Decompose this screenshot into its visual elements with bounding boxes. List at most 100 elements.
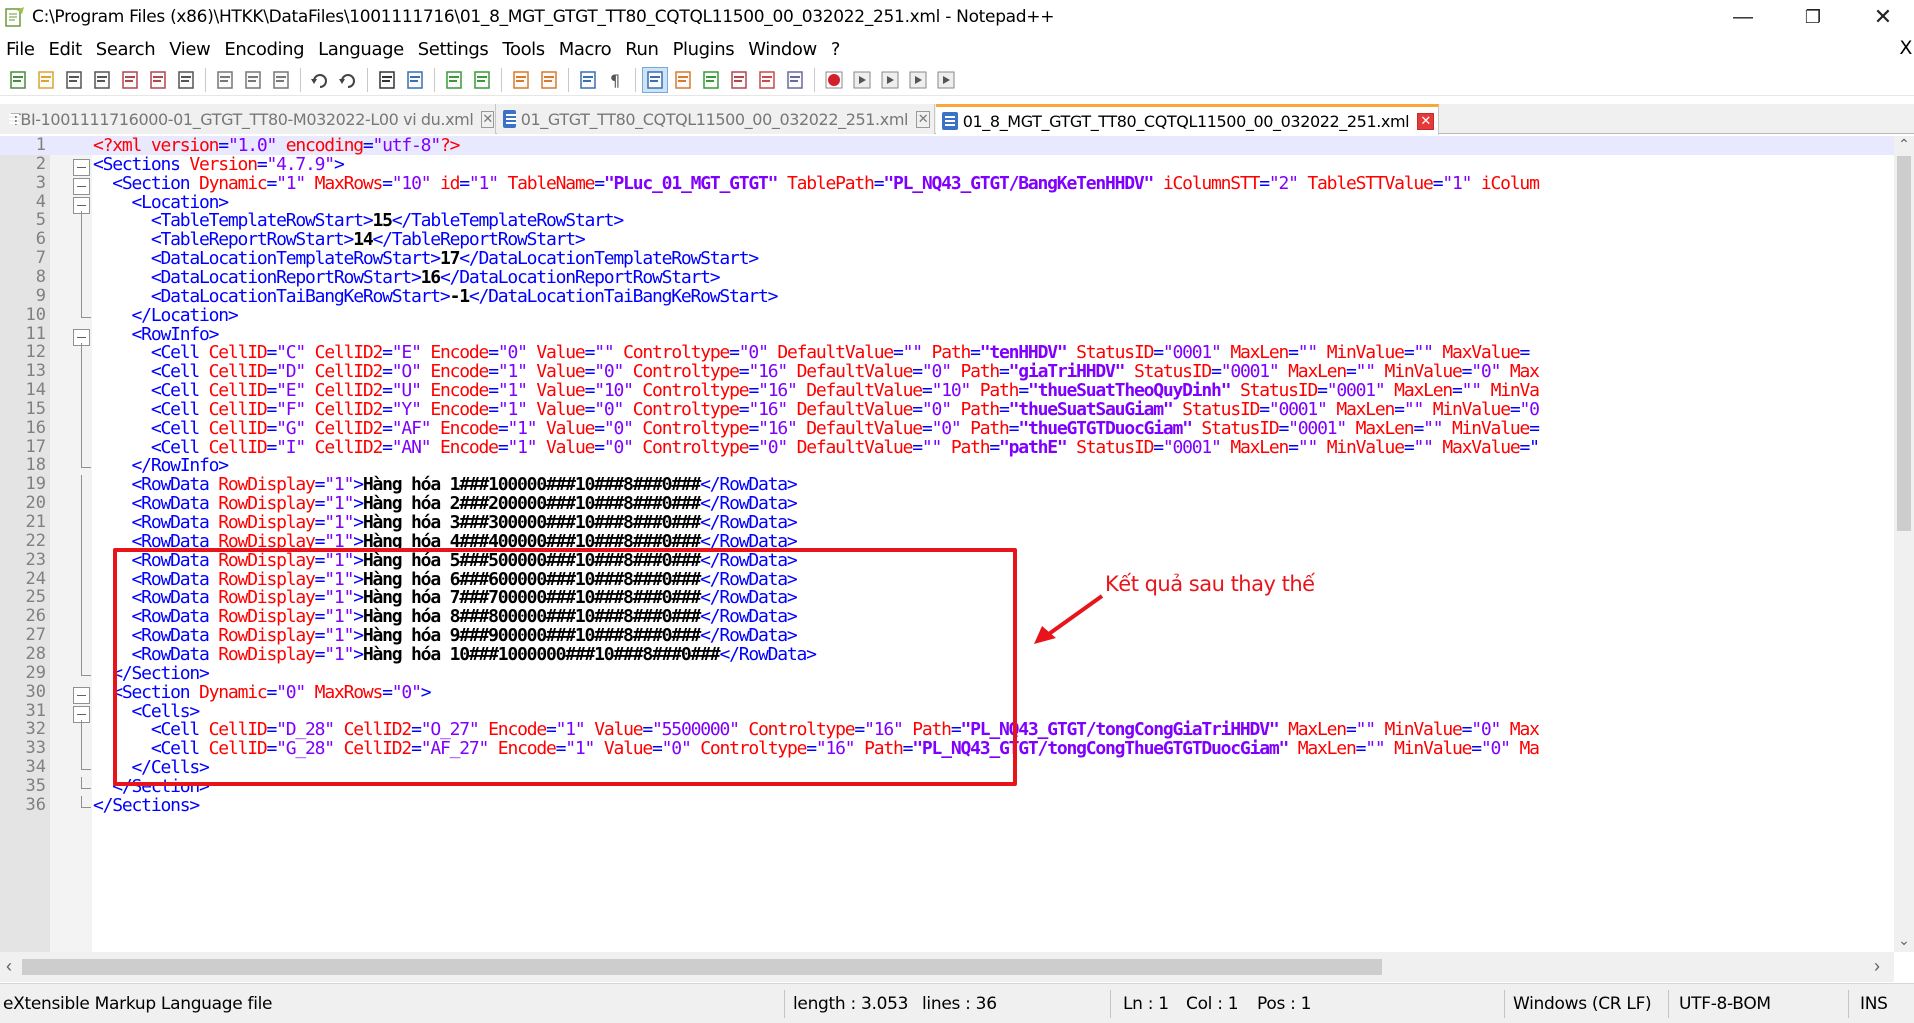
close-icon[interactable] — [118, 68, 142, 92]
code-line[interactable]: 3 <Section Dynamic="1" MaxRows="10" id="… — [0, 173, 1894, 195]
code-line[interactable]: 16 <Cell CellID="G" CellID2="AF" Encode=… — [0, 418, 1894, 442]
tab-file-3-active[interactable]: 01_8_MGT_GTGT_TT80_CQTQL11500_00_032022_… — [936, 104, 1439, 135]
code-line[interactable]: 14 <Cell CellID="E" CellID2="U" Encode="… — [0, 381, 1894, 404]
folder-workspace-icon[interactable] — [755, 68, 779, 92]
maximize-button[interactable]: ❐ — [1778, 0, 1848, 34]
code-line[interactable]: 2 <Sections Version="4.7.9"> — [0, 154, 1894, 176]
sync-horizontal-icon[interactable] — [537, 68, 561, 92]
syntax-token: "" — [1403, 399, 1424, 420]
tab-file-1[interactable]: TBI-1001111716000-01_GTGT_TT80-M032022-L… — [0, 104, 496, 134]
status-separator — [1110, 990, 1111, 1018]
code-line[interactable]: 19 <RowData RowDisplay="1">Hàng hóa 1###… — [0, 474, 1894, 498]
code-line[interactable]: 18 </RowInfo> — [0, 456, 1894, 476]
undo-icon[interactable] — [308, 68, 332, 92]
copy-icon[interactable] — [241, 68, 265, 92]
code-line[interactable]: 8 <DataLocationReportRowStart>16</DataLo… — [0, 267, 1894, 291]
menu-edit[interactable]: Edit — [42, 39, 89, 60]
syntax-token: "" — [1365, 738, 1385, 759]
status-encoding[interactable]: UTF-8-BOM — [1679, 984, 1771, 1023]
scroll-down-icon[interactable]: ⌄ — [1894, 932, 1914, 952]
cut-icon[interactable] — [213, 68, 237, 92]
new-file-icon[interactable] — [6, 68, 30, 92]
status-insert-mode[interactable]: INS — [1860, 984, 1888, 1023]
indent-guide-icon[interactable] — [642, 66, 668, 93]
code-line[interactable]: 15 <Cell CellID="F" CellID2="Y" Encode="… — [0, 399, 1894, 423]
horizontal-scrollbar[interactable]: ‹ › — [0, 952, 1894, 982]
save-all-icon[interactable] — [90, 68, 114, 92]
sync-vertical-icon[interactable] — [509, 68, 533, 92]
tab-close-icon[interactable]: ✕ — [916, 110, 930, 128]
menu-help[interactable]: ? — [824, 39, 847, 60]
stop-macro-icon[interactable] — [850, 68, 874, 92]
menu-window[interactable]: Window — [741, 39, 824, 60]
code-line[interactable]: 5 <TableTemplateRowStart>15</TableTempla… — [0, 211, 1894, 234]
syntax-token: "1" — [324, 474, 354, 495]
close-all-icon[interactable] — [146, 68, 170, 92]
status-lines: lines : 36 — [922, 994, 997, 1014]
syntax-token: "PLuc_01_MGT_GTGT" — [603, 173, 779, 194]
redo-icon[interactable] — [336, 68, 360, 92]
status-eol[interactable]: Windows (CR LF) — [1513, 984, 1652, 1023]
syntax-token: "0" — [497, 342, 528, 363]
play-macro-icon[interactable] — [878, 68, 902, 92]
menu-file[interactable]: File — [0, 39, 42, 60]
code-line[interactable]: 20 <RowData RowDisplay="1">Hàng hóa 2###… — [0, 494, 1894, 517]
horizontal-scroll-thumb[interactable] — [22, 959, 1382, 975]
menu-encoding[interactable]: Encoding — [217, 39, 311, 60]
function-list-icon[interactable] — [727, 68, 751, 92]
monitoring-icon[interactable] — [783, 68, 807, 92]
code-line[interactable]: 13 <Cell CellID="D" CellID2="O" Encode="… — [0, 361, 1894, 385]
code-line[interactable]: 36 </Sections> — [0, 796, 1894, 816]
menu-macro[interactable]: Macro — [552, 39, 618, 60]
tab-close-icon[interactable]: ✕ — [1417, 112, 1434, 130]
vertical-scrollbar[interactable]: ⌃ ⌄ — [1894, 136, 1914, 952]
menu-tools[interactable]: Tools — [495, 39, 551, 60]
scroll-left-icon[interactable]: ‹ — [6, 956, 12, 977]
run-macro-multiple-icon[interactable] — [906, 68, 930, 92]
tab-close-icon[interactable]: ✕ — [481, 110, 494, 128]
tab-file-2[interactable]: 01_GTGT_TT80_CQTQL11500_00_032022_251.xm… — [497, 104, 935, 134]
vertical-scroll-thumb[interactable] — [1897, 156, 1911, 531]
menu-run[interactable]: Run — [618, 39, 665, 60]
menu-settings[interactable]: Settings — [411, 39, 496, 60]
open-file-icon[interactable] — [34, 68, 58, 92]
code-line[interactable]: 7 <DataLocationTemplateRowStart>17</Data… — [0, 249, 1894, 272]
scroll-right-icon[interactable]: › — [1874, 956, 1880, 977]
menu-search[interactable]: Search — [89, 39, 162, 60]
code-line[interactable]: 1 <?xml version="1.0" encoding="utf-8"?> — [0, 136, 1894, 155]
code-line[interactable]: 10 </Location> — [0, 306, 1894, 326]
scroll-up-icon[interactable]: ⌃ — [1894, 136, 1914, 156]
menu-view[interactable]: View — [162, 39, 217, 60]
find-icon[interactable] — [375, 68, 399, 92]
syntax-token: = — [921, 418, 933, 439]
code-line[interactable]: 9 <DataLocationTaiBangKeRowStart>-1</Dat… — [0, 287, 1894, 310]
code-editor[interactable]: 1 <?xml version="1.0" encoding="utf-8"?> 2… — [0, 136, 1894, 952]
code-line[interactable]: 6 <TableReportRowStart>14</TableReportRo… — [0, 230, 1894, 253]
syntax-token: = — [999, 361, 1010, 382]
close-window-button[interactable]: ✕ — [1848, 0, 1914, 34]
show-all-chars-icon[interactable]: ¶ — [604, 68, 628, 92]
user-language-icon[interactable] — [671, 68, 695, 92]
zoom-out-icon[interactable] — [470, 68, 494, 92]
paste-icon[interactable] — [269, 68, 293, 92]
record-macro-icon[interactable] — [822, 68, 846, 92]
save-macro-icon[interactable] — [934, 68, 958, 92]
doc-map-icon[interactable] — [699, 68, 723, 92]
syntax-token: Value — [536, 437, 595, 458]
code-line[interactable]: 17 <Cell CellID="I" CellID2="AN" Encode=… — [0, 437, 1894, 461]
zoom-in-icon[interactable] — [442, 68, 466, 92]
word-wrap-icon[interactable] — [576, 68, 600, 92]
syntax-token: 16 — [420, 267, 441, 288]
minimize-button[interactable]: — — [1708, 0, 1778, 34]
save-icon[interactable] — [62, 68, 86, 92]
syntax-token: Version — [189, 154, 258, 175]
syntax-token: "D" — [276, 361, 306, 382]
replace-icon[interactable] — [403, 68, 427, 92]
print-icon[interactable] — [174, 68, 198, 92]
code-line[interactable]: 12 <Cell CellID="C" CellID2="E" Encode="… — [0, 342, 1894, 366]
close-document-button[interactable]: X — [1899, 37, 1912, 59]
menu-plugins[interactable]: Plugins — [666, 39, 742, 60]
syntax-token: "pathE" — [999, 437, 1068, 458]
menu-language[interactable]: Language — [311, 39, 411, 60]
code-line[interactable]: 21 <RowData RowDisplay="1">Hàng hóa 3###… — [0, 513, 1894, 536]
